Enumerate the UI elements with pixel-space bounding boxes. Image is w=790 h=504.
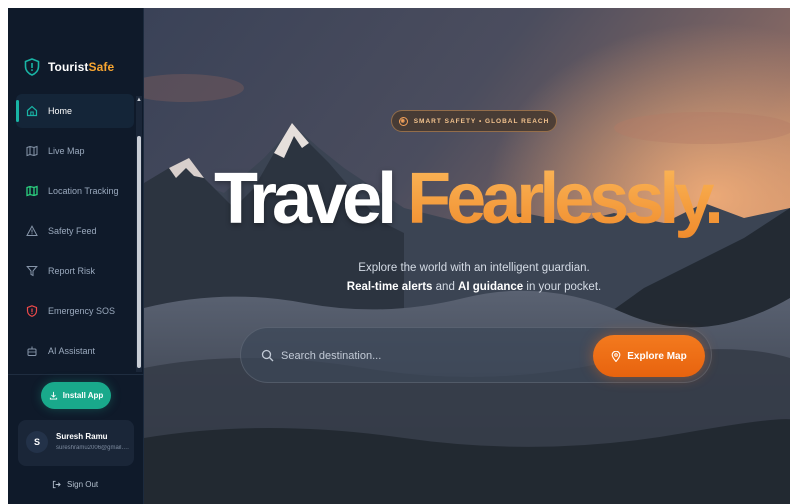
sidebar-item-safety-feed[interactable]: Safety Feed — [16, 214, 134, 248]
sidebar-item-live-map[interactable]: Live Map — [16, 134, 134, 168]
shield-icon — [24, 58, 40, 76]
sidebar-item-label: Safety Feed — [48, 226, 97, 236]
avatar: S — [26, 431, 48, 453]
sign-out-button[interactable]: Sign Out — [52, 480, 98, 489]
sidebar-item-label: Live Map — [48, 146, 85, 156]
compass-icon: ◉ — [398, 116, 408, 126]
warning-triangle-icon — [26, 225, 38, 236]
app-window: TouristSafe Home Live Map Location Track… — [8, 8, 790, 504]
hero-tagline: Explore the world with an intelligent gu… — [346, 262, 602, 293]
hero-headline: Travel Fearlessly. — [214, 159, 724, 239]
robot-icon — [27, 346, 37, 356]
funnel-icon — [26, 266, 38, 277]
search-input[interactable] — [281, 345, 581, 367]
sidebar-item-report-risk[interactable]: Report Risk — [16, 254, 134, 288]
sidebar-item-label: Location Tracking — [48, 186, 119, 196]
search-icon — [261, 349, 274, 362]
sidebar-item-label: Home — [48, 106, 73, 116]
user-profile-card[interactable]: S Suresh Ramu sureshramu2006@gmail.c... — [18, 420, 134, 466]
scroll-down-arrow-icon[interactable]: ▼ — [136, 362, 142, 370]
hero-section: ◉ SMART SAFETY • GLOBAL REACH Travel Fea… — [144, 8, 790, 504]
user-name: Suresh Ramu — [56, 432, 108, 441]
map-icon — [26, 145, 38, 157]
sidebar-item-location-tracking[interactable]: Location Tracking — [16, 174, 134, 208]
explore-map-button[interactable]: Explore Map — [593, 335, 705, 377]
sidebar: TouristSafe Home Live Map Location Track… — [8, 8, 144, 504]
shield-alert-icon — [26, 305, 38, 317]
sidebar-divider — [8, 374, 144, 375]
sidebar-item-label: Report Risk — [48, 266, 96, 276]
download-icon — [49, 391, 57, 400]
hero-badge: ◉ SMART SAFETY • GLOBAL REACH — [391, 110, 557, 132]
home-icon — [26, 105, 38, 117]
scroll-up-arrow-icon[interactable]: ▲ — [136, 96, 142, 104]
sidebar-item-ai-assistant[interactable]: AI Assistant — [16, 334, 134, 368]
sign-out-icon — [52, 480, 61, 489]
sidebar-nav: Home Live Map Location Tracking Safety F… — [8, 94, 144, 372]
sidebar-scrollbar-thumb[interactable] — [137, 136, 141, 368]
location-pin-icon — [611, 350, 621, 362]
brand-logo[interactable]: TouristSafe — [24, 58, 114, 76]
map-fold-icon — [26, 185, 38, 197]
sidebar-item-emergency-sos[interactable]: Emergency SOS — [16, 294, 134, 328]
brand-name: TouristSafe — [48, 60, 115, 74]
sidebar-item-label: AI Assistant — [48, 346, 96, 356]
mountain-background-image — [144, 8, 790, 504]
user-email: sureshramu2006@gmail.c... — [56, 445, 130, 451]
sidebar-item-home[interactable]: Home — [16, 94, 134, 128]
destination-search-bar: Explore Map — [240, 327, 712, 383]
sidebar-item-label: Emergency SOS — [48, 306, 116, 316]
install-app-button[interactable]: Install App — [41, 382, 111, 409]
